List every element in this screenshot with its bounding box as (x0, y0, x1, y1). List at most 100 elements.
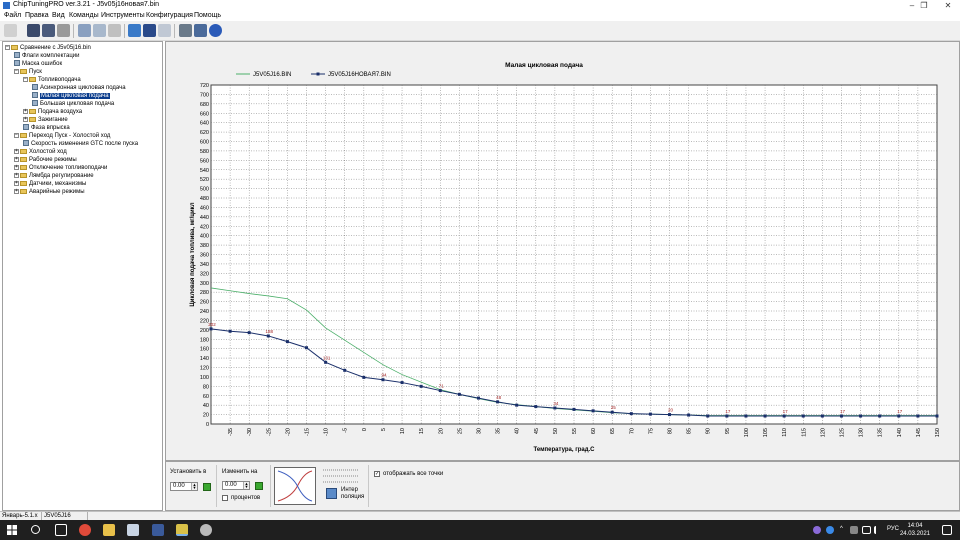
tree-item[interactable]: + Холостой ход (14, 148, 67, 156)
data-point[interactable] (610, 410, 614, 414)
interpolation-preview-icon[interactable] (274, 467, 316, 505)
tree-item[interactable]: − Сравнение с J5v05j16.bin (5, 44, 91, 52)
data-point[interactable] (935, 414, 939, 418)
data-point[interactable] (457, 392, 461, 396)
collapse-icon[interactable]: − (14, 132, 19, 138)
data-point[interactable] (782, 414, 786, 418)
undo-icon[interactable] (108, 24, 121, 37)
help-icon[interactable] (209, 24, 222, 37)
change-value-input[interactable]: 0.00 ▲ ▼ (222, 481, 250, 490)
menu-commands[interactable]: Команды (69, 12, 99, 19)
show-all-points-checkbox[interactable]: ✓ (374, 471, 380, 477)
tree-item[interactable]: Большая цикловая подача (32, 100, 114, 108)
data-point[interactable] (209, 327, 213, 331)
table-icon[interactable] (143, 24, 156, 37)
data-point[interactable] (668, 413, 672, 417)
search-icon[interactable] (31, 525, 40, 534)
tree-item[interactable]: + Подача воздуха (23, 108, 82, 116)
data-point[interactable] (228, 329, 232, 333)
task-view-icon[interactable] (55, 524, 67, 536)
data-point[interactable] (820, 414, 824, 418)
set-value-input[interactable]: 0.00 ▲ ▼ (170, 482, 198, 491)
expand-icon[interactable]: + (14, 180, 19, 186)
copy-icon[interactable] (78, 24, 91, 37)
network-icon[interactable] (862, 526, 871, 534)
data-point[interactable] (801, 414, 805, 418)
tray-app-icon[interactable] (850, 526, 858, 534)
spinner-arrows-icon[interactable]: ▲ ▼ (191, 483, 197, 490)
data-point[interactable] (438, 389, 442, 393)
data-point[interactable] (343, 368, 347, 372)
tree-item[interactable]: + Зажигание (23, 116, 68, 124)
data-point[interactable] (515, 403, 519, 407)
volume-icon[interactable] (874, 526, 882, 534)
data-point[interactable] (553, 406, 557, 410)
tray-chevron-icon[interactable]: ^ (840, 526, 843, 532)
data-point[interactable] (285, 340, 289, 344)
windows-start-icon[interactable] (7, 525, 17, 535)
collapse-icon[interactable]: − (5, 44, 10, 50)
tree-item[interactable]: − Переход Пуск - Холостой ход (14, 132, 110, 140)
app-icon-1[interactable] (152, 524, 164, 536)
chiptuning-taskbar-icon[interactable] (176, 524, 188, 536)
file-explorer-icon[interactable] (103, 524, 115, 536)
data-point[interactable] (763, 414, 767, 418)
expand-icon[interactable]: + (23, 116, 28, 122)
data-point[interactable] (305, 346, 309, 350)
data-point[interactable] (839, 414, 843, 418)
data-point[interactable] (324, 360, 328, 364)
data-point[interactable] (897, 414, 901, 418)
chrome-icon[interactable] (79, 524, 91, 536)
tree-item[interactable]: + Датчики, механизмы (14, 180, 86, 188)
tray-app-icon[interactable] (813, 526, 821, 534)
tree-item[interactable]: + Рабочие режимы (14, 156, 77, 164)
paste-icon[interactable] (93, 24, 106, 37)
menu-help[interactable]: Помощь (194, 12, 221, 19)
data-point[interactable] (247, 331, 251, 335)
app-icon-2[interactable] (200, 524, 212, 536)
data-point[interactable] (859, 414, 863, 418)
save-icon[interactable] (27, 24, 40, 37)
chart-icon[interactable] (128, 24, 141, 37)
close-button[interactable]: ✕ (936, 0, 960, 11)
data-point[interactable] (916, 414, 920, 418)
tool-icon[interactable] (179, 24, 192, 37)
data-point[interactable] (591, 409, 595, 413)
notifications-icon[interactable] (942, 525, 952, 535)
data-point[interactable] (572, 407, 576, 411)
collapse-icon[interactable]: − (14, 68, 19, 74)
tree-item[interactable]: Малая цикловая подача (32, 92, 110, 100)
maximize-button[interactable]: ❐ (912, 0, 936, 11)
tree-item[interactable]: + Отключение топливоподачи (14, 164, 107, 172)
interpolation-label[interactable]: Интер поляция (341, 487, 364, 501)
data-point[interactable] (476, 396, 480, 400)
tree-item[interactable]: − Топливоподача (23, 76, 81, 84)
tray-app-icon[interactable] (826, 526, 834, 534)
tree-item[interactable]: − Пуск (14, 68, 42, 76)
menu-view[interactable]: Вид (52, 12, 65, 19)
data-point[interactable] (419, 384, 423, 388)
menu-file[interactable]: Файл (4, 12, 21, 19)
expand-icon[interactable]: + (14, 188, 19, 194)
data-point[interactable] (648, 412, 652, 416)
tree-item[interactable]: + Лямбда регулирование (14, 172, 94, 180)
expand-icon[interactable]: + (14, 148, 19, 154)
search-icon[interactable] (158, 24, 171, 37)
system-clock[interactable]: 14:04 24.03.2021 (900, 522, 930, 538)
menu-tools[interactable]: Инструменты (101, 12, 145, 19)
data-point[interactable] (878, 414, 882, 418)
menu-edit[interactable]: Правка (25, 12, 49, 19)
data-point[interactable] (629, 412, 633, 416)
tree-item[interactable]: Флаги комплектации (14, 52, 80, 60)
save-as-icon[interactable] (42, 24, 55, 37)
apply-change-button[interactable] (255, 482, 263, 490)
tree-item[interactable]: Фаза впрыска (23, 124, 70, 132)
data-point[interactable] (744, 414, 748, 418)
tree-item[interactable]: Маска ошибок (14, 60, 62, 68)
expand-icon[interactable]: + (14, 156, 19, 162)
tree-item[interactable]: Асинхронная цикловая подача (32, 84, 126, 92)
expand-icon[interactable]: + (14, 164, 19, 170)
apply-set-button[interactable] (203, 483, 211, 491)
data-point[interactable] (362, 375, 366, 379)
data-point[interactable] (687, 413, 691, 417)
